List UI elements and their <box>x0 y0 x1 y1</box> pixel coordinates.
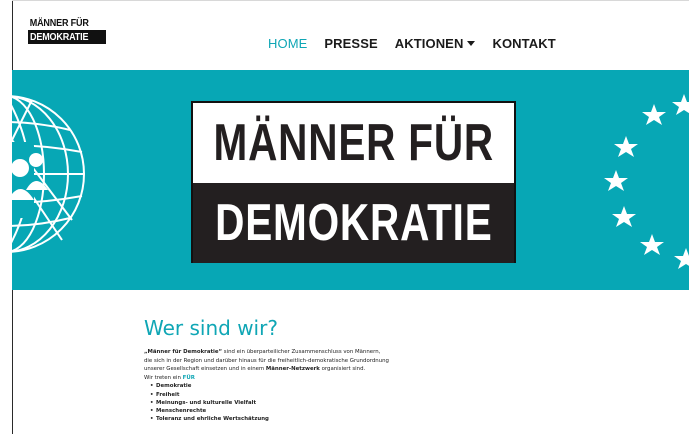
hero-logo-top: MÄNNER FÜR <box>193 103 514 183</box>
about-text-c: unserer Gesellschaft einsetzen und in ei… <box>144 366 266 373</box>
hero-logo-bottom: DEMOKRATIE <box>193 183 514 263</box>
window-top-edge <box>12 0 689 1</box>
list-item: Toleranz und ehrliche Wertschätzung <box>150 415 444 423</box>
about-text-d: organisiert sind. <box>319 366 366 373</box>
hero-logo: MÄNNER FÜR DEMOKRATIE <box>191 101 516 263</box>
site-logo-line1: MÄNNER FÜR <box>28 17 96 30</box>
site-logo[interactable]: MÄNNER FÜR DEMOKRATIE <box>28 17 106 47</box>
about-paragraph: „Männer für Demokratie“ sind ein überpar… <box>144 348 444 382</box>
about-section: Wer sind wir? „Männer für Demokratie“ si… <box>144 316 444 424</box>
values-list: Demokratie Freiheit Meinungs- und kultur… <box>144 382 444 423</box>
list-item: Demokratie <box>150 382 444 390</box>
main-navigation: HOME PRESSE AKTIONEN KONTAKT <box>268 36 573 51</box>
about-text-b: die sich in der Region und darüber hinau… <box>144 357 389 364</box>
star-icon <box>674 248 689 269</box>
star-icon <box>642 104 666 125</box>
about-heading: Wer sind wir? <box>144 316 278 340</box>
about-org-name: „Männer für Demokratie“ <box>144 349 223 355</box>
chevron-down-icon <box>467 41 476 47</box>
about-fuer: FÜR <box>182 374 195 381</box>
hero-logo-line2: DEMOKRATIE <box>214 194 493 252</box>
list-item: Meinungs- und kulturelle Vielfalt <box>150 399 444 407</box>
nav-item-home[interactable]: HOME <box>268 36 307 51</box>
list-item: Freiheit <box>150 391 444 399</box>
about-text-a: sind ein überparteilicher Zusammenschlus… <box>222 349 381 355</box>
site-logo-line2: DEMOKRATIE <box>28 30 106 44</box>
list-item: Menschenrechte <box>150 407 444 415</box>
nav-item-presse[interactable]: PRESSE <box>324 36 377 51</box>
hero-logo-line1: MÄNNER FÜR <box>213 114 494 172</box>
star-icon <box>604 170 628 191</box>
nav-item-kontakt[interactable]: KONTAKT <box>492 36 555 51</box>
hero-banner: MÄNNER FÜR DEMOKRATIE <box>12 70 689 290</box>
star-icon <box>640 234 664 255</box>
site-logo-line2-text: DEMOKRATIE <box>30 31 89 43</box>
about-text-e: Wir treten ein <box>144 374 183 381</box>
star-icon <box>614 136 638 157</box>
star-icon <box>612 206 636 227</box>
star-icon <box>672 94 689 115</box>
nav-item-aktionen[interactable]: AKTIONEN <box>395 36 476 51</box>
about-network: Männer-Netzwerk <box>265 366 320 373</box>
nav-item-aktionen-label: AKTIONEN <box>394 36 464 51</box>
